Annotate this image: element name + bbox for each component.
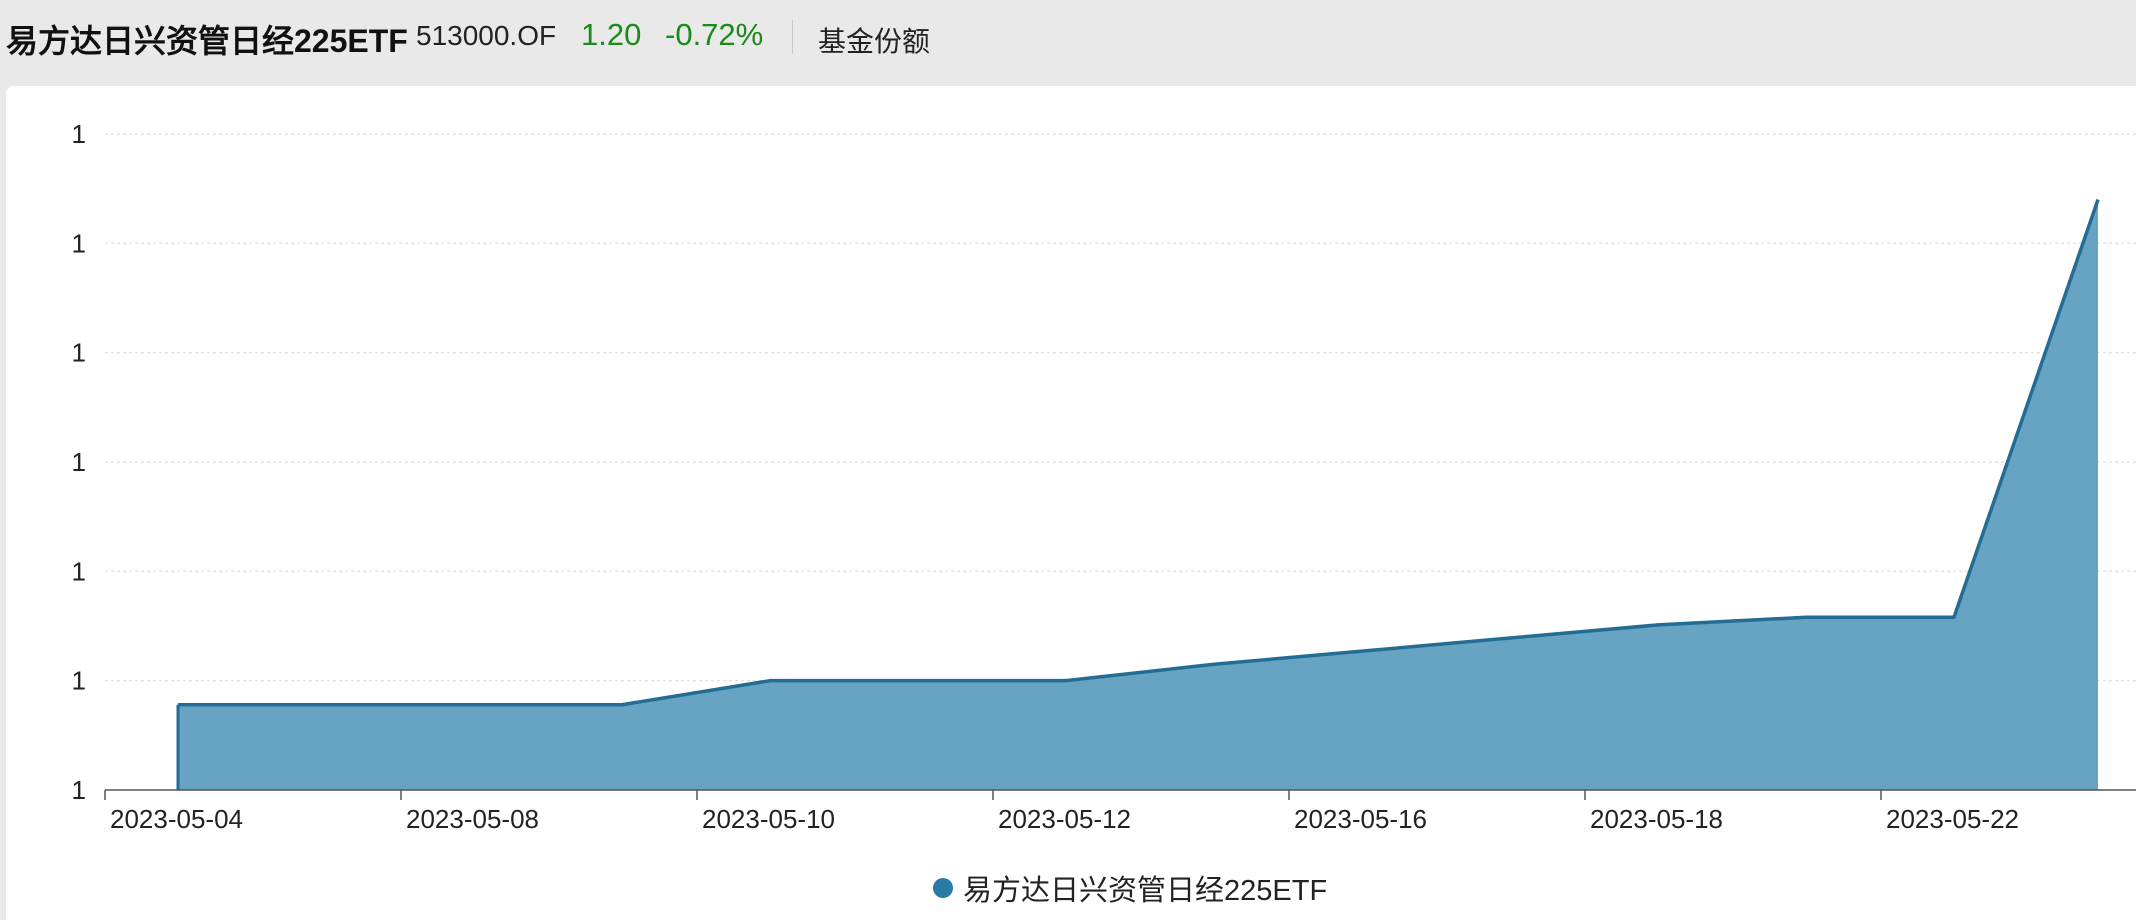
y-tick-label: 1 <box>72 666 86 696</box>
fund-share-area-chart: 1111111 2023-05-04 2023-05-08 2023-05-10 20… <box>72 119 2136 834</box>
x-tick-label: 2023-05-12 <box>998 804 1131 834</box>
y-tick-label: 1 <box>72 228 86 258</box>
x-axis <box>104 789 2136 800</box>
grid-lines <box>105 133 2136 682</box>
x-tick-label: 2023-05-04 <box>110 804 243 834</box>
series-area <box>176 199 2100 791</box>
x-tick-label: 2023-05-16 <box>1294 804 1427 834</box>
legend-label: 易方达日兴资管日经225ETF <box>963 875 1328 907</box>
y-tick-label: 1 <box>72 119 86 149</box>
y-tick-label: 1 <box>72 338 86 368</box>
x-tick-labels: 2023-05-04 2023-05-08 2023-05-10 2023-05-12… <box>110 804 2019 834</box>
chart-legend[interactable]: 易方达日兴资管日经225ETF <box>933 870 1328 907</box>
y-tick-labels: 1 1 1 1 1 1 1 <box>72 119 86 805</box>
legend-marker-icon <box>933 878 953 898</box>
x-tick-label: 2023-05-22 <box>1886 804 2019 834</box>
y-tick-label: 1 <box>72 447 86 477</box>
x-tick-label: 2023-05-08 <box>406 804 539 834</box>
y-tick-label: 1 <box>72 556 86 586</box>
x-tick-label: 2023-05-10 <box>702 804 835 834</box>
y-tick-label: 1 <box>72 775 86 805</box>
series-area-fill <box>178 199 2098 791</box>
x-tick-label: 2023-05-18 <box>1590 804 1723 834</box>
